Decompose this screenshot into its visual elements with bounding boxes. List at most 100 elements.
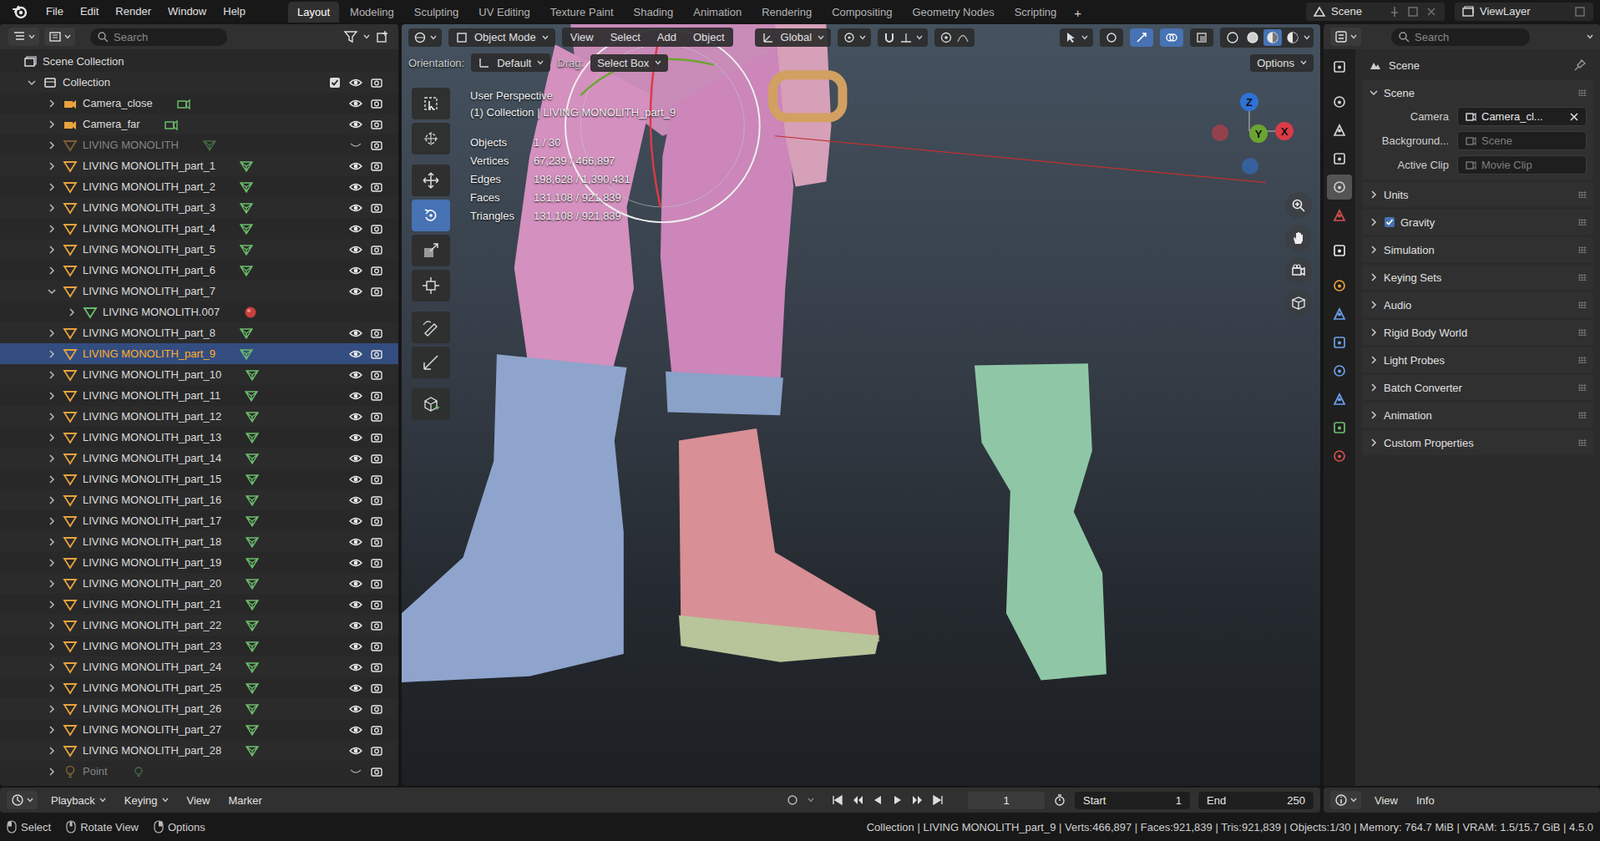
tool-button[interactable] [411, 346, 451, 379]
render-camera-icon[interactable] [369, 117, 384, 132]
outliner-row[interactable]: LIVING MONOLITH_part_11 [0, 384, 399, 406]
drag-grip-icon[interactable] [1578, 218, 1587, 226]
panel-header[interactable]: Keying Sets [1362, 264, 1594, 290]
outliner-row[interactable]: Camera_close [0, 92, 399, 114]
expand-arrow-icon[interactable] [41, 138, 62, 152]
properties-tab[interactable] [1326, 117, 1352, 143]
editor-type-button[interactable] [408, 28, 442, 47]
expand-arrow-icon[interactable] [41, 618, 62, 633]
render-camera-icon[interactable] [369, 263, 384, 278]
record-icon[interactable] [785, 793, 800, 807]
drag-dropdown[interactable]: Select Box [590, 54, 669, 72]
arm-shape[interactable] [774, 24, 831, 188]
properties-search[interactable]: Search [1391, 28, 1530, 46]
clear-icon[interactable] [1569, 111, 1580, 122]
outliner-row[interactable]: LIVING MONOLITH_part_28 [0, 739, 399, 761]
eye-open-icon[interactable] [349, 180, 363, 194]
menu-item[interactable]: Render [107, 1, 159, 21]
mesh-data-icon[interactable] [202, 137, 218, 153]
expand-arrow-icon[interactable] [41, 493, 62, 507]
id-field[interactable]: Movie Clip [1457, 155, 1587, 175]
panel-header[interactable]: Light Probes [1362, 347, 1594, 373]
mesh-data-icon[interactable] [244, 409, 260, 425]
render-camera-icon[interactable] [369, 702, 384, 716]
outliner-row[interactable]: LIVING MONOLITH_part_8 [0, 322, 399, 344]
camera-data-icon[interactable] [163, 116, 179, 132]
eye-open-icon[interactable] [349, 389, 363, 403]
tool-button[interactable] [411, 122, 451, 155]
workspace-tab[interactable]: Layout [288, 1, 340, 23]
panel-header[interactable]: Simulation [1362, 237, 1594, 263]
outliner-row[interactable]: LIVING MONOLITH_part_10 [0, 364, 399, 385]
expand-arrow-icon[interactable] [41, 326, 62, 340]
outliner-search[interactable]: Search [90, 28, 228, 46]
prev-keyframe-icon[interactable] [850, 793, 865, 807]
outliner-row[interactable]: LIVING MONOLITH [0, 134, 399, 156]
mesh-data-icon[interactable] [238, 325, 254, 341]
properties-tab[interactable] [1326, 329, 1352, 355]
expand-arrow-icon[interactable] [41, 681, 62, 695]
render-camera-icon[interactable] [369, 138, 384, 152]
workspace-tab[interactable]: Compositing [822, 1, 902, 23]
menu-item[interactable]: File [38, 1, 71, 21]
shading-mode-button[interactable] [1243, 29, 1262, 46]
selectability-button[interactable] [1059, 28, 1094, 47]
expand-arrow-icon[interactable] [41, 347, 62, 361]
viewport-toggle[interactable] [1159, 28, 1184, 47]
bracelet-shape[interactable] [773, 75, 843, 118]
eye-open-icon[interactable] [349, 702, 363, 716]
outliner-row[interactable]: LIVING MONOLITH_part_24 [0, 656, 399, 678]
editor-type-button[interactable] [8, 27, 40, 46]
outliner-row[interactable]: LIVING MONOLITH_part_25 [0, 677, 399, 699]
mesh-data-icon[interactable] [238, 200, 254, 216]
current-frame-field[interactable]: 1 [967, 791, 1045, 810]
eye-open-icon[interactable] [349, 96, 363, 111]
eye-open-icon[interactable] [349, 514, 363, 528]
panel-header[interactable]: Units [1362, 182, 1594, 208]
properties-tab[interactable] [1326, 386, 1352, 412]
outliner-row[interactable]: LIVING MONOLITH.007 [0, 301, 399, 323]
shading-mode-button[interactable] [1223, 29, 1242, 46]
expand-arrow-icon[interactable] [41, 577, 62, 591]
play-reverse-icon[interactable] [870, 793, 885, 807]
workspace-tab[interactable]: Animation [683, 1, 751, 23]
outliner-row[interactable]: LIVING MONOLITH_part_27 [0, 718, 399, 740]
render-camera-icon[interactable] [369, 75, 384, 90]
outliner-row[interactable]: LIVING MONOLITH_part_6 [0, 259, 399, 281]
render-camera-icon[interactable] [369, 493, 384, 507]
menu-item[interactable]: Keying [119, 792, 174, 809]
pivot-point-button[interactable] [837, 28, 871, 47]
drag-grip-icon[interactable] [1578, 301, 1587, 309]
transform-orientation-dropdown[interactable]: Global [754, 28, 832, 47]
mesh-data-icon[interactable] [244, 471, 260, 487]
eye-open-icon[interactable] [349, 493, 363, 507]
expand-arrow-icon[interactable] [41, 263, 62, 278]
drag-grip-icon[interactable] [1578, 356, 1587, 364]
panel-header[interactable]: Audio [1362, 292, 1594, 318]
end-frame-field[interactable]: End250 [1198, 791, 1314, 810]
gizmo-axis[interactable]: X [1275, 121, 1294, 141]
menu-item[interactable]: Object [684, 27, 734, 47]
tool-button[interactable] [411, 311, 451, 344]
eye-open-icon[interactable] [349, 284, 363, 299]
view-layer-selector[interactable]: ViewLayer [1454, 2, 1594, 21]
mesh-data-icon[interactable] [244, 513, 260, 529]
next-keyframe-icon[interactable] [911, 793, 925, 807]
mesh-data-icon[interactable] [238, 242, 254, 258]
tool-button[interactable] [411, 388, 451, 421]
expand-arrow-icon[interactable] [41, 159, 62, 173]
boot-sole-shape[interactable] [678, 615, 880, 663]
eye-open-icon[interactable] [349, 410, 363, 424]
render-camera-icon[interactable] [369, 96, 384, 111]
outliner-row[interactable]: LIVING MONOLITH_part_2 [0, 176, 399, 198]
jump-end-icon[interactable] [931, 793, 945, 807]
render-camera-icon[interactable] [369, 326, 384, 340]
outliner-row[interactable]: LIVING MONOLITH_part_15 [0, 468, 399, 490]
properties-tab[interactable] [1326, 146, 1352, 172]
properties-tab[interactable] [1326, 301, 1352, 327]
drag-grip-icon[interactable] [1578, 246, 1587, 254]
expand-arrow-icon[interactable] [41, 117, 62, 132]
render-camera-icon[interactable] [369, 577, 384, 591]
exclude-checkbox[interactable] [329, 76, 341, 89]
mesh-data-icon[interactable] [238, 346, 254, 362]
